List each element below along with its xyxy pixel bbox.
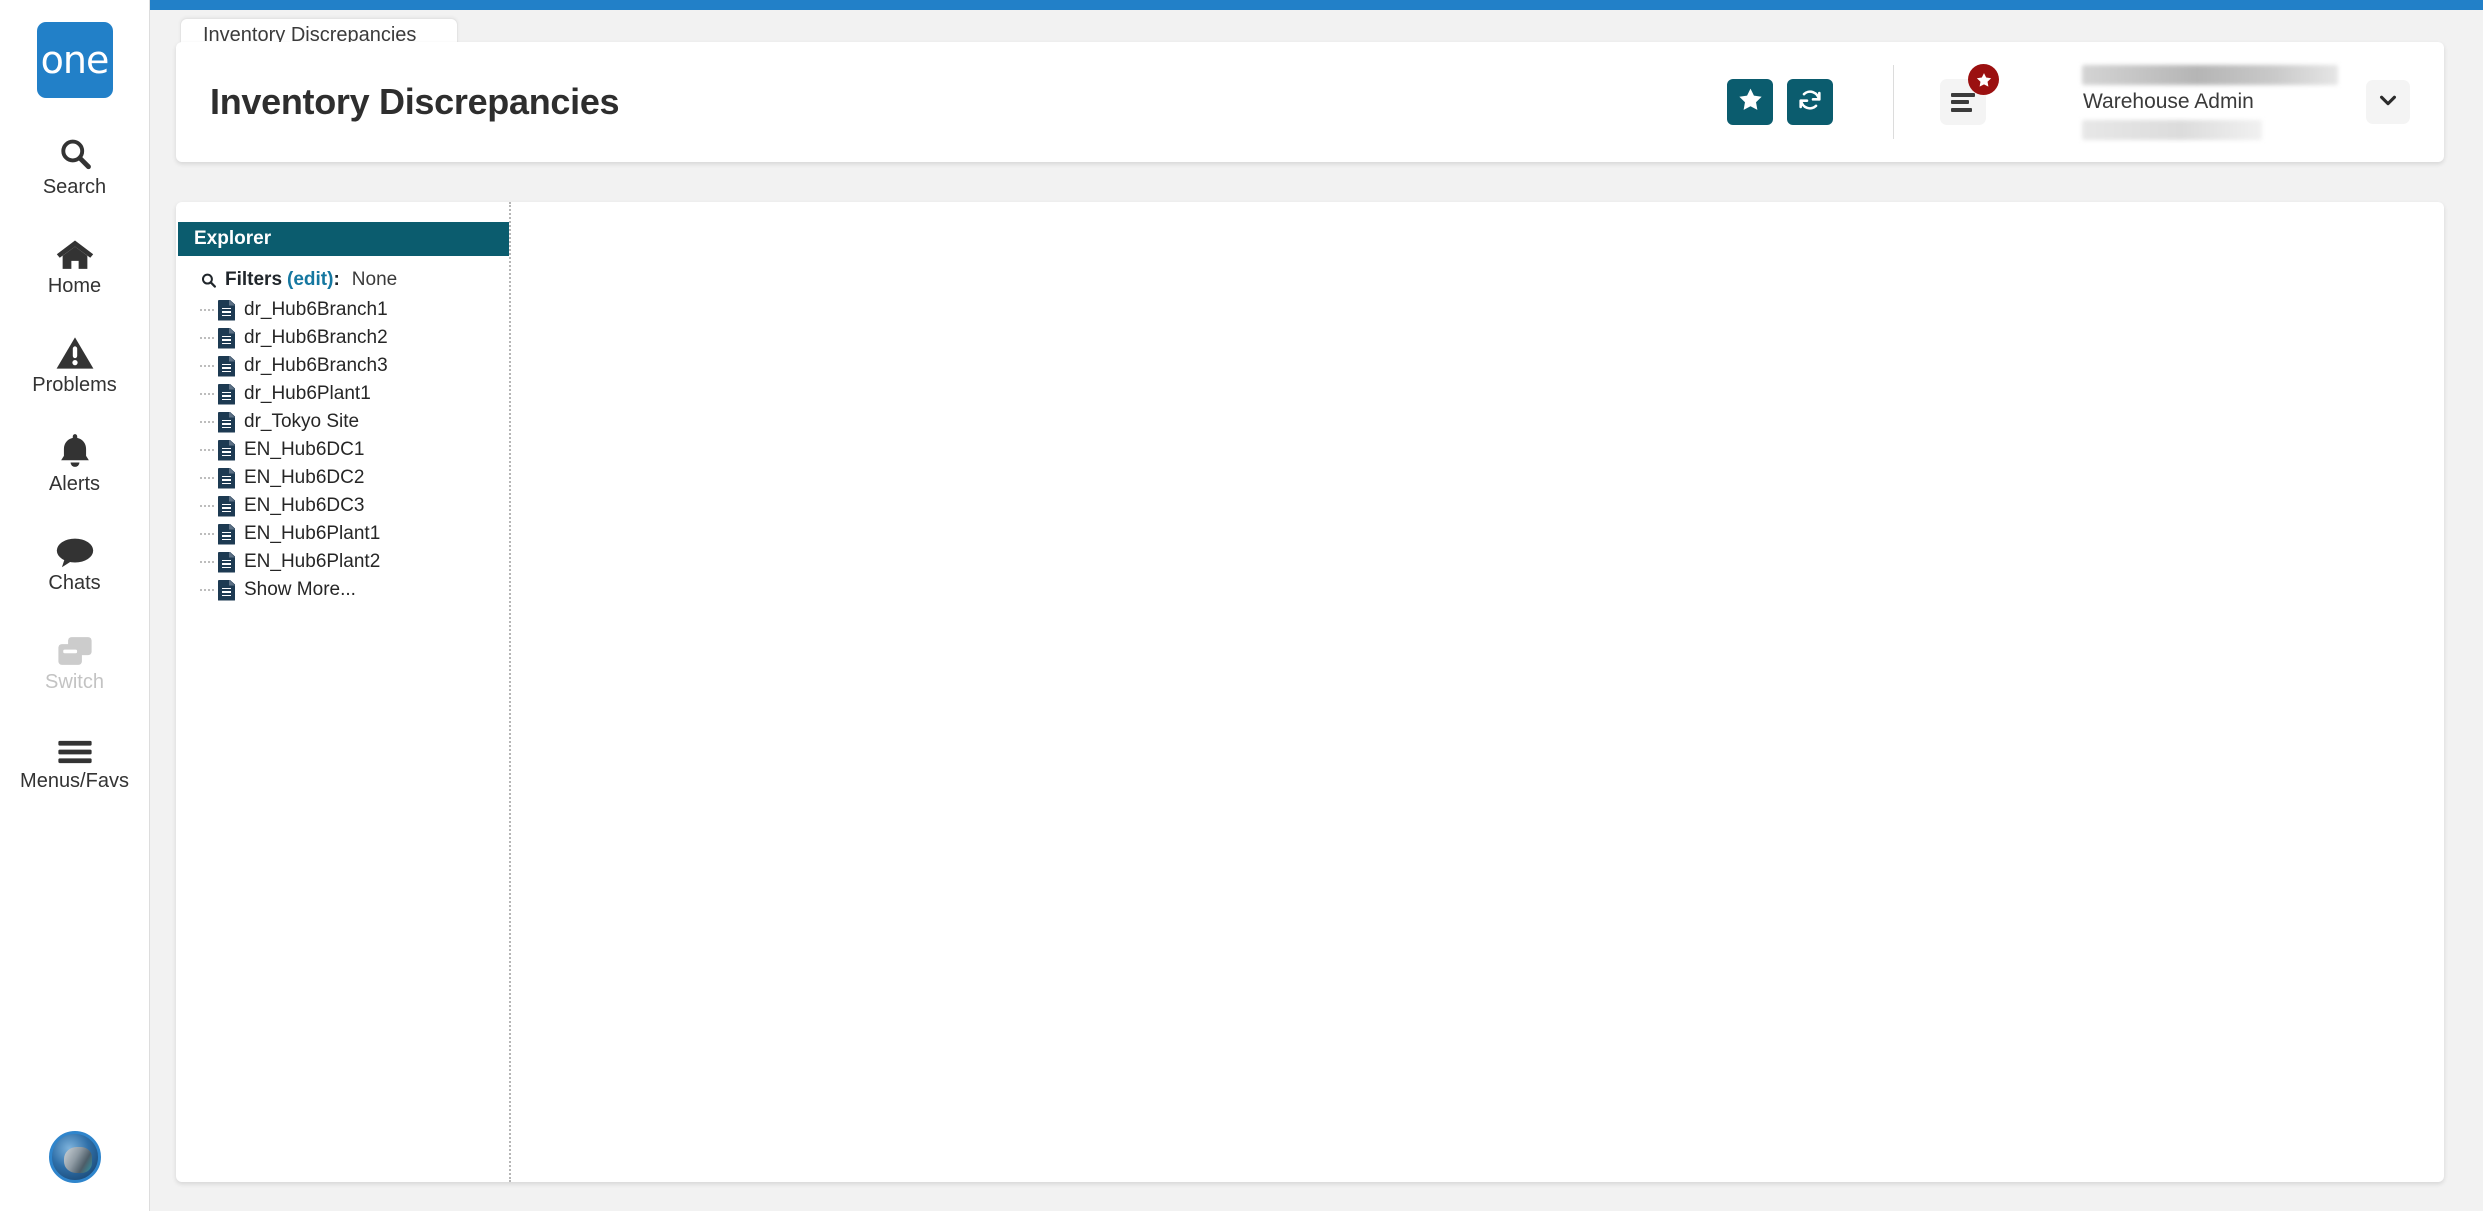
filters-row: Filters (edit) : None <box>178 256 509 296</box>
sidebar-item-home[interactable]: Home <box>0 231 150 296</box>
sidebar-item-problems[interactable]: Problems <box>0 330 150 395</box>
one-logo[interactable]: one <box>36 22 113 98</box>
document-icon <box>218 327 235 349</box>
tree-connector <box>200 589 214 591</box>
header-divider <box>1893 65 1894 139</box>
filters-colon: : <box>333 269 340 290</box>
document-icon <box>218 411 235 433</box>
sidebar-item-alerts[interactable]: Alerts <box>0 429 150 494</box>
explorer-tree-item[interactable]: dr_Hub6Branch2 <box>178 324 509 352</box>
document-icon <box>218 439 235 461</box>
tree-connector <box>200 365 214 367</box>
redacted-company-name <box>2082 64 2338 85</box>
one-logo-text: one <box>40 38 110 82</box>
explorer-tree-item-label: Show More... <box>244 579 356 600</box>
top-accent-bar <box>150 0 2483 10</box>
page-title: Inventory Discrepancies <box>210 81 620 122</box>
sidebar-item-menus-favs[interactable]: Menus/Favs <box>0 726 150 791</box>
filters-value: None <box>351 269 398 290</box>
explorer-title: Explorer <box>178 222 509 256</box>
explorer-tree-item-label: EN_Hub6DC3 <box>244 495 365 516</box>
hamburger-icon <box>1951 89 1975 115</box>
refresh-button[interactable] <box>1787 79 1833 125</box>
tree-connector <box>200 505 214 507</box>
explorer-tree-item-label: EN_Hub6Plant2 <box>244 551 381 572</box>
tab-strip: Inventory Discrepancies <box>150 10 2483 55</box>
favorite-button[interactable] <box>1727 79 1773 125</box>
sidebar-item-label: Home <box>47 275 102 297</box>
sidebar-item-label: Alerts <box>48 473 101 495</box>
filters-label: Filters <box>225 269 283 290</box>
sidebar-item-chats[interactable]: Chats <box>0 528 150 593</box>
explorer-tree-item[interactable]: EN_Hub6Plant1 <box>178 520 509 548</box>
document-icon <box>218 467 235 489</box>
document-icon <box>218 523 235 545</box>
chevron-down-icon <box>2377 89 2399 116</box>
explorer-tree-item[interactable]: Show More... <box>178 576 509 604</box>
explorer-panel: Explorer Filters (edit) : None dr_Hub6Br… <box>178 222 509 604</box>
explorer-tree-item-label: dr_Hub6Branch1 <box>244 299 388 320</box>
tree-connector <box>200 449 214 451</box>
document-icon <box>218 299 235 321</box>
explorer-tree-item[interactable]: EN_Hub6DC2 <box>178 464 509 492</box>
chat-bubble-icon <box>56 528 94 568</box>
bell-icon <box>58 429 92 469</box>
redacted-user-detail <box>2082 119 2262 140</box>
filters-edit-link[interactable]: (edit) <box>287 269 333 291</box>
star-icon <box>1738 87 1763 117</box>
explorer-tree-item[interactable]: dr_Hub6Branch3 <box>178 352 509 380</box>
explorer-tree-item-label: dr_Hub6Plant1 <box>244 383 371 404</box>
document-icon <box>218 355 235 377</box>
explorer-tree: dr_Hub6Branch1 dr_Hub6Branch2 dr_Hub6Branc… <box>178 296 509 604</box>
explorer-panel-divider[interactable] <box>509 202 511 1182</box>
main-content-card: Explorer Filters (edit) : None dr_Hub6Br… <box>176 202 2444 1182</box>
explorer-tree-item-label: EN_Hub6DC2 <box>244 467 365 488</box>
explorer-tree-item-label: dr_Tokyo Site <box>244 411 360 432</box>
warning-triangle-icon <box>56 330 94 370</box>
explorer-tree-item-label: dr_Hub6Branch3 <box>244 355 388 376</box>
explorer-tree-item-label: EN_Hub6DC1 <box>244 439 365 460</box>
tree-connector <box>200 337 214 339</box>
user-info-block: Warehouse Admin <box>2082 64 2350 140</box>
hamburger-icon <box>57 726 93 766</box>
explorer-tree-item[interactable]: dr_Hub6Plant1 <box>178 380 509 408</box>
sidebar-item-label: Switch <box>45 671 104 693</box>
switch-windows-icon <box>57 627 93 667</box>
sidebar-item-switch[interactable]: Switch <box>0 627 150 692</box>
explorer-tree-item-label: EN_Hub6Plant1 <box>244 523 381 544</box>
explorer-tree-item[interactable]: EN_Hub6DC3 <box>178 492 509 520</box>
menus-favorites-button[interactable] <box>1940 64 1999 125</box>
sidebar-item-label: Problems <box>32 374 117 396</box>
user-menu-button[interactable] <box>2366 80 2410 124</box>
tree-connector <box>200 533 214 535</box>
document-icon <box>218 383 235 405</box>
sidebar-item-label: Search <box>42 176 107 198</box>
explorer-tree-item-label: dr_Hub6Branch2 <box>244 327 388 348</box>
document-icon <box>218 579 235 601</box>
document-icon <box>218 495 235 517</box>
sidebar-item-search[interactable]: Search <box>0 132 150 197</box>
explorer-tree-item[interactable]: dr_Tokyo Site <box>178 408 509 436</box>
sidebar-item-label: Menus/Favs <box>20 770 129 792</box>
document-icon <box>218 551 235 573</box>
home-icon <box>56 231 94 271</box>
tree-connector <box>200 421 214 423</box>
favorites-badge <box>1968 64 1999 95</box>
tree-connector <box>200 561 214 563</box>
left-nav-rail: one Search Home Problems Alerts Chats Sw… <box>0 0 150 1211</box>
explorer-tree-item[interactable]: EN_Hub6DC1 <box>178 436 509 464</box>
search-icon <box>57 132 93 172</box>
page-header-card: Inventory Discrepancies Warehouse Admin <box>176 42 2444 162</box>
explorer-tree-item[interactable]: EN_Hub6Plant2 <box>178 548 509 576</box>
refresh-icon <box>1797 87 1823 118</box>
tree-connector <box>200 393 214 395</box>
tree-connector <box>200 309 214 311</box>
search-icon <box>200 272 217 289</box>
explorer-tree-item[interactable]: dr_Hub6Branch1 <box>178 296 509 324</box>
sidebar-item-label: Chats <box>48 572 101 594</box>
user-avatar[interactable] <box>48 1131 101 1183</box>
tree-connector <box>200 477 214 479</box>
user-role-label: Warehouse Admin <box>2083 89 2254 113</box>
